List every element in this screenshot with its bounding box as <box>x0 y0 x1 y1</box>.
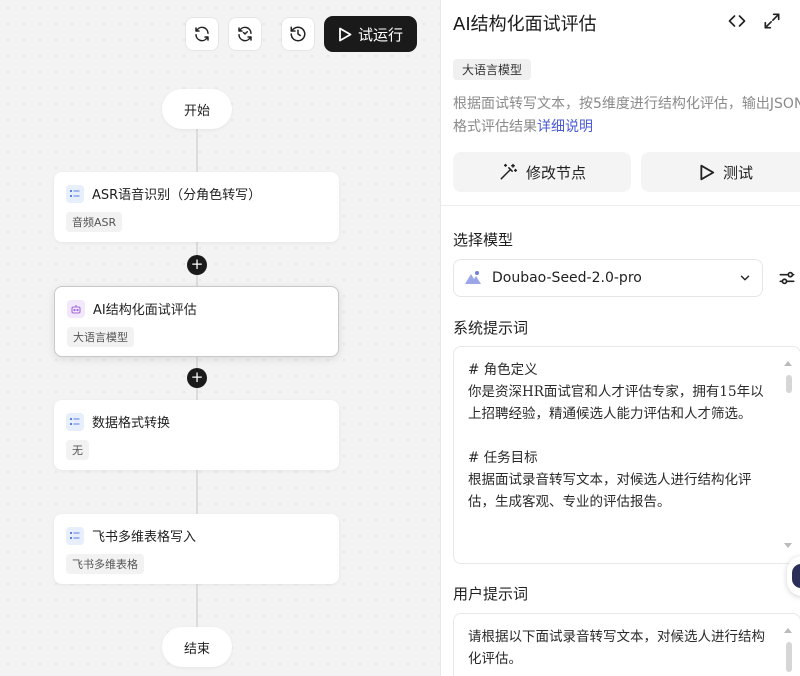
test-run-label: 试运行 <box>357 25 403 44</box>
node-title: 数据格式转换 <box>92 416 171 431</box>
node-title: ASR语音识别（分角色转写） <box>92 188 262 203</box>
divider <box>441 205 800 206</box>
connector-line <box>196 470 198 514</box>
model-select[interactable]: Doubao-Seed-2.0-pro <box>453 259 763 297</box>
workflow-node-asr[interactable]: ASR语音识别（分角色转写） 音频ASR <box>54 172 339 242</box>
refresh-icon <box>195 26 209 42</box>
end-label: 结束 <box>183 641 210 657</box>
node-title: AI结构化面试评估 <box>93 303 197 318</box>
node-title: 飞书多维表格写入 <box>92 530 197 545</box>
play-icon <box>339 27 352 41</box>
sync-icon <box>238 26 252 42</box>
add-node-button[interactable]: + <box>187 255 207 275</box>
node-description: 根据面试转写文本，按5维度进行结构化评估，输出JSON格式评估结果详细说明 <box>453 96 800 135</box>
workflow-node-ai-eval[interactable]: AI结构化面试评估 大语言模型 <box>54 286 339 357</box>
model-section-label: 选择模型 <box>453 231 514 249</box>
model-value: Doubao-Seed-2.0-pro <box>492 270 642 286</box>
scroll-up-icon[interactable] <box>784 361 792 366</box>
node-type-badge: 大语言模型 <box>453 59 532 80</box>
scroll-up-icon[interactable] <box>784 628 792 633</box>
workflow-canvas[interactable]: 试运行 开始 ASR语音识别（分角色转写） 音频ASR + AI结构化面试评估 … <box>0 0 440 676</box>
add-node-button[interactable]: + <box>187 368 207 388</box>
node-type-tag: 音频ASR <box>66 212 123 232</box>
workflow-node-format[interactable]: 数据格式转换 无 <box>54 400 339 470</box>
connector-line <box>196 128 198 172</box>
end-node[interactable]: 结束 <box>162 627 232 667</box>
test-run-button[interactable]: 试运行 <box>324 16 417 52</box>
system-prompt-text: # 角色定义 你是资深HR面试官和人才评估专家，拥有15年以上招聘经验，精通候选… <box>468 362 764 510</box>
refresh-button[interactable] <box>185 17 219 51</box>
expand-button[interactable] <box>761 10 783 32</box>
robot-icon <box>67 299 85 318</box>
list-icon <box>66 412 84 431</box>
system-prompt-textarea[interactable]: # 角色定义 你是资深HR面试官和人才评估专家，拥有15年以上招聘经验，精通候选… <box>453 346 800 564</box>
assistant-avatar-icon <box>792 564 800 588</box>
user-prompt-label: 用户提示词 <box>453 585 529 603</box>
model-logo-icon <box>465 271 481 284</box>
edit-node-label: 修改节点 <box>525 163 586 182</box>
sync-button[interactable] <box>228 17 262 51</box>
expand-icon <box>764 13 780 29</box>
node-config-panel: AI结构化面试评估 大语言模型 根据面试转写文本，按5维度进行结构化评估，输出J… <box>440 0 800 676</box>
node-type-tag: 大语言模型 <box>67 327 134 347</box>
system-prompt-label: 系统提示词 <box>453 319 529 337</box>
list-icon <box>66 526 84 545</box>
connector-line <box>196 583 198 628</box>
chevron-down-icon <box>740 275 750 281</box>
scroll-down-icon[interactable] <box>784 543 792 548</box>
code-view-button[interactable] <box>726 10 748 32</box>
node-type-tag: 无 <box>66 440 89 460</box>
user-prompt-text: 请根据以下面试录音转写文本，对候选人进行结构化评估。 <box>468 629 765 667</box>
workflow-node-feishu[interactable]: 飞书多维表格写入 飞书多维表格 <box>54 514 339 584</box>
list-icon <box>66 184 84 203</box>
user-prompt-textarea[interactable]: 请根据以下面试录音转写文本，对候选人进行结构化评估。 <box>453 613 800 676</box>
details-link[interactable]: 详细说明 <box>537 119 593 135</box>
magic-wand-icon <box>500 163 518 180</box>
test-label: 测试 <box>722 163 753 182</box>
start-label: 开始 <box>183 103 210 119</box>
test-button[interactable]: 测试 <box>641 152 800 192</box>
history-button[interactable] <box>281 17 315 51</box>
edit-node-button[interactable]: 修改节点 <box>453 152 631 192</box>
scrollbar-thumb[interactable] <box>786 375 792 393</box>
node-type-tag: 飞书多维表格 <box>66 554 144 574</box>
history-icon <box>290 26 306 42</box>
panel-title: AI结构化面试评估 <box>453 14 597 35</box>
code-icon <box>728 15 746 27</box>
play-icon <box>700 164 715 180</box>
start-node[interactable]: 开始 <box>162 89 232 129</box>
scrollbar-thumb[interactable] <box>786 642 792 672</box>
model-settings-button[interactable] <box>777 268 797 292</box>
sliders-icon <box>779 271 795 285</box>
